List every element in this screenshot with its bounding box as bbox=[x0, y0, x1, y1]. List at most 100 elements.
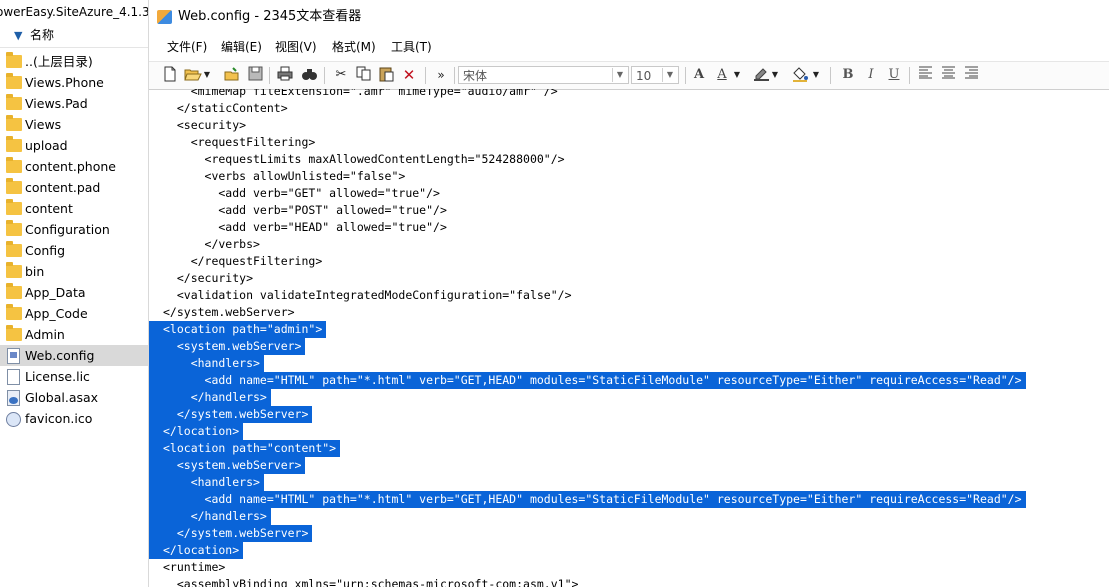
code-line: <validation validateIntegratedModeConfig… bbox=[163, 287, 576, 304]
highlight-dropdown-icon[interactable]: ▼ bbox=[770, 66, 780, 84]
delete-icon[interactable]: ✕ bbox=[400, 66, 418, 84]
fill-dropdown-icon[interactable]: ▼ bbox=[811, 66, 821, 84]
highlight-icon[interactable] bbox=[752, 66, 770, 84]
sort-down-icon: ▼ bbox=[14, 29, 23, 42]
file-name: Admin bbox=[25, 327, 65, 342]
file-name: Views bbox=[25, 117, 62, 132]
code-line-text: </location> bbox=[149, 542, 244, 559]
toolbar-separator bbox=[425, 67, 426, 84]
open-dropdown-icon[interactable]: ▼ bbox=[202, 66, 212, 84]
paste-icon[interactable] bbox=[377, 66, 395, 84]
more-tools-icon[interactable]: » bbox=[432, 66, 450, 84]
file-list-item[interactable]: Views.Pad bbox=[0, 93, 148, 114]
code-line: <security> bbox=[163, 117, 250, 134]
file-name: Config bbox=[25, 243, 66, 258]
open-icon[interactable] bbox=[223, 66, 241, 84]
italic-icon[interactable]: I bbox=[862, 66, 880, 84]
copy-icon[interactable] bbox=[354, 66, 372, 84]
menu-edit[interactable]: 编辑(E) bbox=[221, 34, 262, 60]
font-grow-icon[interactable]: A bbox=[690, 66, 708, 84]
chevron-down-icon: ▼ bbox=[662, 68, 677, 82]
file-list-item[interactable]: Admin bbox=[0, 324, 148, 345]
file-list-item[interactable]: content.phone bbox=[0, 156, 148, 177]
menu-view[interactable]: 视图(V) bbox=[275, 34, 317, 60]
code-line: <assemblyBinding xmlns="urn:schemas-micr… bbox=[163, 576, 582, 587]
code-line-text: <assemblyBinding xmlns="urn:schemas-micr… bbox=[163, 577, 579, 587]
file-list-item[interactable]: ..(上层目录) bbox=[0, 51, 148, 72]
file-name: content.pad bbox=[25, 180, 101, 195]
file-list-item[interactable]: Views.Phone bbox=[0, 72, 148, 93]
code-line-text: <requestLimits maxAllowedContentLength="… bbox=[163, 152, 565, 166]
file-list-item[interactable]: upload bbox=[0, 135, 148, 156]
bold-icon[interactable]: B bbox=[839, 66, 857, 84]
fill-icon[interactable] bbox=[791, 66, 809, 84]
font-size-select[interactable]: 10 ▼ bbox=[631, 66, 679, 84]
file-list-item[interactable]: content.pad bbox=[0, 177, 148, 198]
file-name: ..(上层目录) bbox=[25, 54, 93, 69]
file-name: License.lic bbox=[25, 369, 90, 384]
file-list-item[interactable]: App_Code bbox=[0, 303, 148, 324]
find-icon[interactable] bbox=[300, 66, 318, 84]
save-icon[interactable] bbox=[246, 66, 264, 84]
code-line: <add verb="GET" allowed="true"/> bbox=[163, 185, 444, 202]
editor-window: Web.config - 2345文本查看器 文件(F) 编辑(E) 视图(V)… bbox=[149, 0, 1109, 587]
file-icon bbox=[7, 369, 20, 385]
config-file-icon bbox=[7, 348, 20, 364]
menu-tools[interactable]: 工具(T) bbox=[391, 34, 432, 60]
print-icon[interactable] bbox=[276, 66, 294, 84]
file-name: upload bbox=[25, 138, 68, 153]
file-name: content bbox=[25, 201, 73, 216]
folder-icon bbox=[6, 52, 22, 68]
code-line: <add verb="HEAD" allowed="true"/> bbox=[163, 219, 451, 236]
cut-icon[interactable]: ✂ bbox=[332, 66, 350, 84]
new-file-icon[interactable] bbox=[161, 66, 179, 84]
align-center-icon[interactable] bbox=[939, 66, 957, 84]
code-view[interactable]: <mimeMap fileExtension=".amr" mimeType="… bbox=[149, 89, 1109, 587]
ico-file-icon bbox=[6, 412, 21, 427]
font-color-icon[interactable]: A bbox=[713, 66, 731, 84]
code-line-text: <handlers> bbox=[149, 474, 264, 491]
code-line: <add name="HTML" path="*.html" verb="GET… bbox=[149, 491, 1026, 508]
file-list-item[interactable]: Web.config bbox=[0, 345, 148, 366]
chevron-down-icon: ▼ bbox=[612, 68, 627, 82]
code-line-text: <add name="HTML" path="*.html" verb="GET… bbox=[149, 491, 1026, 508]
align-right-icon[interactable] bbox=[962, 66, 980, 84]
code-line-text: </handlers> bbox=[149, 389, 271, 406]
code-line-text: <mimeMap fileExtension=".amr" mimeType="… bbox=[163, 89, 558, 98]
file-list-item[interactable]: favicon.ico bbox=[0, 408, 148, 429]
code-line-text: </system.webServer> bbox=[149, 525, 313, 542]
file-list-item[interactable]: App_Data bbox=[0, 282, 148, 303]
name-column-label: 名称 bbox=[30, 28, 55, 42]
folder-icon bbox=[6, 304, 22, 320]
font-name-select[interactable]: 宋体 ▼ bbox=[458, 66, 629, 84]
code-line-text: <verbs allowUnlisted="false"> bbox=[163, 169, 406, 183]
folder-icon bbox=[6, 283, 22, 299]
menu-format[interactable]: 格式(M) bbox=[332, 34, 376, 60]
folder-icon bbox=[6, 178, 22, 194]
file-name: App_Code bbox=[25, 306, 88, 321]
file-list-item[interactable]: bin bbox=[0, 261, 148, 282]
file-list-item[interactable]: Configuration bbox=[0, 219, 148, 240]
menu-file[interactable]: 文件(F) bbox=[167, 34, 207, 60]
file-list-item[interactable]: Views bbox=[0, 114, 148, 135]
toolbar-separator bbox=[269, 67, 270, 84]
file-name: bin bbox=[25, 264, 45, 279]
font-color-dropdown-icon[interactable]: ▼ bbox=[732, 66, 742, 84]
file-explorer-pane: owerEasy.SiteAzure_4.1.3.0 ▼ 名称 ..(上层目录)… bbox=[0, 0, 149, 587]
file-list-item[interactable]: Global.asax bbox=[0, 387, 148, 408]
align-left-icon[interactable] bbox=[916, 66, 934, 84]
code-line: </location> bbox=[149, 423, 244, 440]
name-column-header[interactable]: ▼ 名称 bbox=[0, 24, 148, 48]
file-name: Views.Pad bbox=[25, 96, 88, 111]
underline-icon[interactable]: U bbox=[885, 66, 903, 84]
code-line-text: <add verb="GET" allowed="true"/> bbox=[163, 186, 440, 200]
code-line-text: <location path="admin"> bbox=[149, 321, 327, 338]
file-list-item[interactable]: content bbox=[0, 198, 148, 219]
open-folder-icon[interactable] bbox=[184, 66, 202, 84]
code-line-text: <handlers> bbox=[149, 355, 264, 372]
file-list-item[interactable]: License.lic bbox=[0, 366, 148, 387]
code-line: <handlers> bbox=[149, 355, 264, 372]
file-list-item[interactable]: Config bbox=[0, 240, 148, 261]
code-line: </system.webServer> bbox=[163, 304, 299, 321]
code-line: <requestFiltering> bbox=[163, 134, 319, 151]
